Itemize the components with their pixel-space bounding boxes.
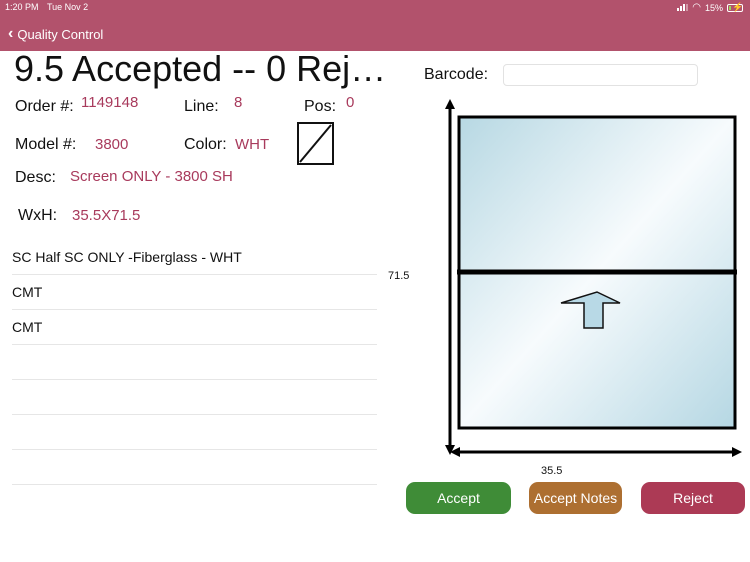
back-label: Quality Control <box>17 26 104 42</box>
width-arrow-right-head <box>732 447 742 457</box>
charging-bolt-icon: ⚡ <box>732 1 744 12</box>
pos-value: 0 <box>346 94 355 111</box>
status-indicators: ◠ 15% ⚡ <box>677 2 743 13</box>
battery-icon: ⚡ <box>727 1 744 12</box>
model-label: Model #: <box>15 136 77 153</box>
order-value: 1149148 <box>81 94 139 111</box>
component-list-item[interactable]: CMT <box>12 310 377 345</box>
battery-percent: 15% <box>704 2 723 13</box>
component-list-item[interactable]: CMT <box>12 275 377 310</box>
component-list-item[interactable] <box>12 345 377 380</box>
component-list-item[interactable]: SC Half SC ONLY -Fiberglass - WHT <box>12 240 377 275</box>
line-value: 8 <box>234 94 243 111</box>
diagonal-line-icon <box>299 124 332 163</box>
height-arrow-top-head <box>445 99 455 109</box>
desc-value: Screen ONLY - 3800 SH <box>70 168 233 185</box>
component-list: SC Half SC ONLY -Fiberglass - WHT CMT CMT <box>12 240 377 485</box>
chevron-left-icon: ‹ <box>8 25 14 42</box>
cellular-signal-icon <box>677 4 689 11</box>
wxh-label: WxH: <box>18 207 58 224</box>
color-label: Color: <box>184 136 227 153</box>
line-label: Line: <box>184 98 219 115</box>
window-diagram <box>445 99 742 457</box>
status-date: Tue Nov 2 <box>47 2 89 12</box>
pos-label: Pos: <box>304 98 337 115</box>
desc-label: Desc: <box>15 169 56 186</box>
battery-fill <box>729 5 731 10</box>
height-dimension: 71.5 <box>388 270 410 282</box>
component-list-item[interactable] <box>12 450 377 485</box>
wxh-value: 35.5X71.5 <box>72 207 141 224</box>
wifi-icon: ◠ <box>692 2 701 13</box>
page-title: 9.5 Accepted -- 0 Rej… <box>14 48 387 89</box>
accept-notes-button[interactable]: Accept Notes <box>529 482 622 514</box>
barcode-label: Barcode: <box>424 66 489 83</box>
model-value: 3800 <box>95 136 129 153</box>
back-button[interactable]: ‹ Quality Control <box>8 25 103 43</box>
order-label: Order #: <box>15 98 74 115</box>
component-list-item[interactable] <box>12 380 377 415</box>
barcode-input[interactable] <box>503 64 698 86</box>
reject-button[interactable]: Reject <box>641 482 745 514</box>
top-bar: 1:20 PM Tue Nov 2 ◠ 15% ⚡ ‹ Quality Cont… <box>0 0 750 51</box>
accept-button[interactable]: Accept <box>406 482 511 514</box>
color-swatch <box>297 122 334 165</box>
width-dimension: 35.5 <box>541 465 563 477</box>
status-time: 1:20 PM <box>5 2 39 12</box>
color-value: WHT <box>235 136 270 153</box>
component-list-item[interactable] <box>12 415 377 450</box>
